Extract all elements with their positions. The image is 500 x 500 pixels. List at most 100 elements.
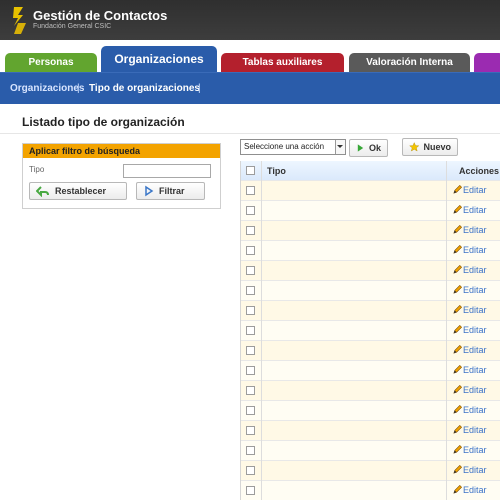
actions-cell: Editar: [447, 361, 500, 381]
table-row: Editar: [241, 481, 500, 500]
subnav-organizaciones-link[interactable]: Organizaciones: [10, 83, 84, 94]
table-header-row: Tipo Acciones: [241, 161, 500, 181]
bulk-action-value: Seleccione una acción: [244, 142, 325, 151]
actions-cell: Editar: [447, 421, 500, 441]
select-all-cell: [241, 161, 262, 181]
row-check-cell: [241, 281, 262, 301]
tipo-cell: [262, 201, 447, 221]
actions-cell: Editar: [447, 441, 500, 461]
pencil-icon: [453, 384, 463, 394]
tipo-cell: [262, 481, 447, 500]
row-checkbox[interactable]: [246, 226, 255, 235]
table-row: Editar: [241, 401, 500, 421]
sub-navigation: Organizaciones | Tipo de organizaciones …: [0, 72, 500, 104]
pencil-icon: [453, 424, 463, 434]
tipo-column-header[interactable]: Tipo: [262, 161, 447, 181]
row-checkbox[interactable]: [246, 286, 255, 295]
pencil-icon: [453, 344, 463, 354]
tipo-filter-input[interactable]: [123, 164, 211, 178]
edit-link[interactable]: Editar: [463, 485, 487, 495]
search-filter-panel: Aplicar filtro de búsqueda Tipo Restable…: [22, 143, 221, 209]
bulk-action-select[interactable]: Seleccione una acción: [240, 139, 346, 155]
tipo-cell: [262, 281, 447, 301]
row-check-cell: [241, 261, 262, 281]
pencil-icon: [453, 184, 463, 194]
tipo-cell: [262, 401, 447, 421]
subnav-separator: |: [77, 83, 80, 94]
row-checkbox[interactable]: [246, 346, 255, 355]
pencil-icon: [453, 464, 463, 474]
edit-link[interactable]: Editar: [463, 225, 487, 235]
apply-filter-button[interactable]: Filtrar: [136, 182, 205, 200]
select-all-checkbox[interactable]: [246, 166, 255, 175]
edit-link[interactable]: Editar: [463, 445, 487, 455]
tab-label: Personas: [28, 57, 74, 68]
edit-link[interactable]: Editar: [463, 305, 487, 315]
play-arrow-icon: [357, 144, 364, 152]
row-check-cell: [241, 441, 262, 461]
tab-organizaciones[interactable]: Organizaciones: [101, 46, 217, 73]
tab-personas[interactable]: Personas: [5, 53, 97, 73]
edit-link[interactable]: Editar: [463, 185, 487, 195]
row-check-cell: [241, 321, 262, 341]
row-check-cell: [241, 201, 262, 221]
table-row: Editar: [241, 201, 500, 221]
row-check-cell: [241, 241, 262, 261]
tab-valoracion-interna[interactable]: Valoración Interna: [349, 53, 470, 73]
row-check-cell: [241, 341, 262, 361]
row-checkbox[interactable]: [246, 326, 255, 335]
pencil-icon: [453, 484, 463, 494]
edit-link[interactable]: Editar: [463, 365, 487, 375]
tab-tablas-auxiliares[interactable]: Tablas auxiliares: [221, 53, 344, 73]
actions-cell: Editar: [447, 281, 500, 301]
subnav-separator: |: [198, 83, 201, 94]
edit-link[interactable]: Editar: [463, 345, 487, 355]
pencil-icon: [453, 244, 463, 254]
row-checkbox[interactable]: [246, 406, 255, 415]
row-checkbox[interactable]: [246, 186, 255, 195]
actions-cell: Editar: [447, 261, 500, 281]
edit-link[interactable]: Editar: [463, 205, 487, 215]
edit-link[interactable]: Editar: [463, 405, 487, 415]
row-checkbox[interactable]: [246, 366, 255, 375]
tipo-cell: [262, 441, 447, 461]
edit-link[interactable]: Editar: [463, 385, 487, 395]
tipo-cell: [262, 381, 447, 401]
apply-filter-label: Filtrar: [159, 186, 185, 196]
table-row: Editar: [241, 241, 500, 261]
tab-more[interactable]: [474, 53, 500, 73]
row-checkbox[interactable]: [246, 466, 255, 475]
table-row: Editar: [241, 341, 500, 361]
tipo-cell: [262, 361, 447, 381]
edit-link[interactable]: Editar: [463, 325, 487, 335]
ok-button[interactable]: Ok: [349, 139, 388, 157]
edit-link[interactable]: Editar: [463, 245, 487, 255]
organization-type-table: Tipo Acciones Editar Editar Editar Editar Ed…: [240, 161, 500, 500]
reset-filter-label: Restablecer: [55, 186, 107, 196]
table-row: Editar: [241, 461, 500, 481]
row-checkbox[interactable]: [246, 446, 255, 455]
edit-link[interactable]: Editar: [463, 465, 487, 475]
row-checkbox[interactable]: [246, 486, 255, 495]
tipo-cell: [262, 241, 447, 261]
subnav-tipo-organizaciones-link[interactable]: Tipo de organizaciones: [89, 83, 200, 94]
actions-cell: Editar: [447, 481, 500, 500]
row-checkbox[interactable]: [246, 386, 255, 395]
edit-link[interactable]: Editar: [463, 265, 487, 275]
row-checkbox[interactable]: [246, 306, 255, 315]
actions-cell: Editar: [447, 461, 500, 481]
pencil-icon: [453, 404, 463, 414]
row-checkbox[interactable]: [246, 426, 255, 435]
row-checkbox[interactable]: [246, 266, 255, 275]
tipo-cell: [262, 301, 447, 321]
new-button[interactable]: Nuevo: [402, 138, 458, 156]
edit-link[interactable]: Editar: [463, 425, 487, 435]
table-row: Editar: [241, 321, 500, 341]
actions-cell: Editar: [447, 181, 500, 201]
row-checkbox[interactable]: [246, 206, 255, 215]
actions-column-header: Acciones: [459, 166, 500, 176]
row-check-cell: [241, 221, 262, 241]
row-checkbox[interactable]: [246, 246, 255, 255]
reset-filter-button[interactable]: Restablecer: [29, 182, 127, 200]
edit-link[interactable]: Editar: [463, 285, 487, 295]
